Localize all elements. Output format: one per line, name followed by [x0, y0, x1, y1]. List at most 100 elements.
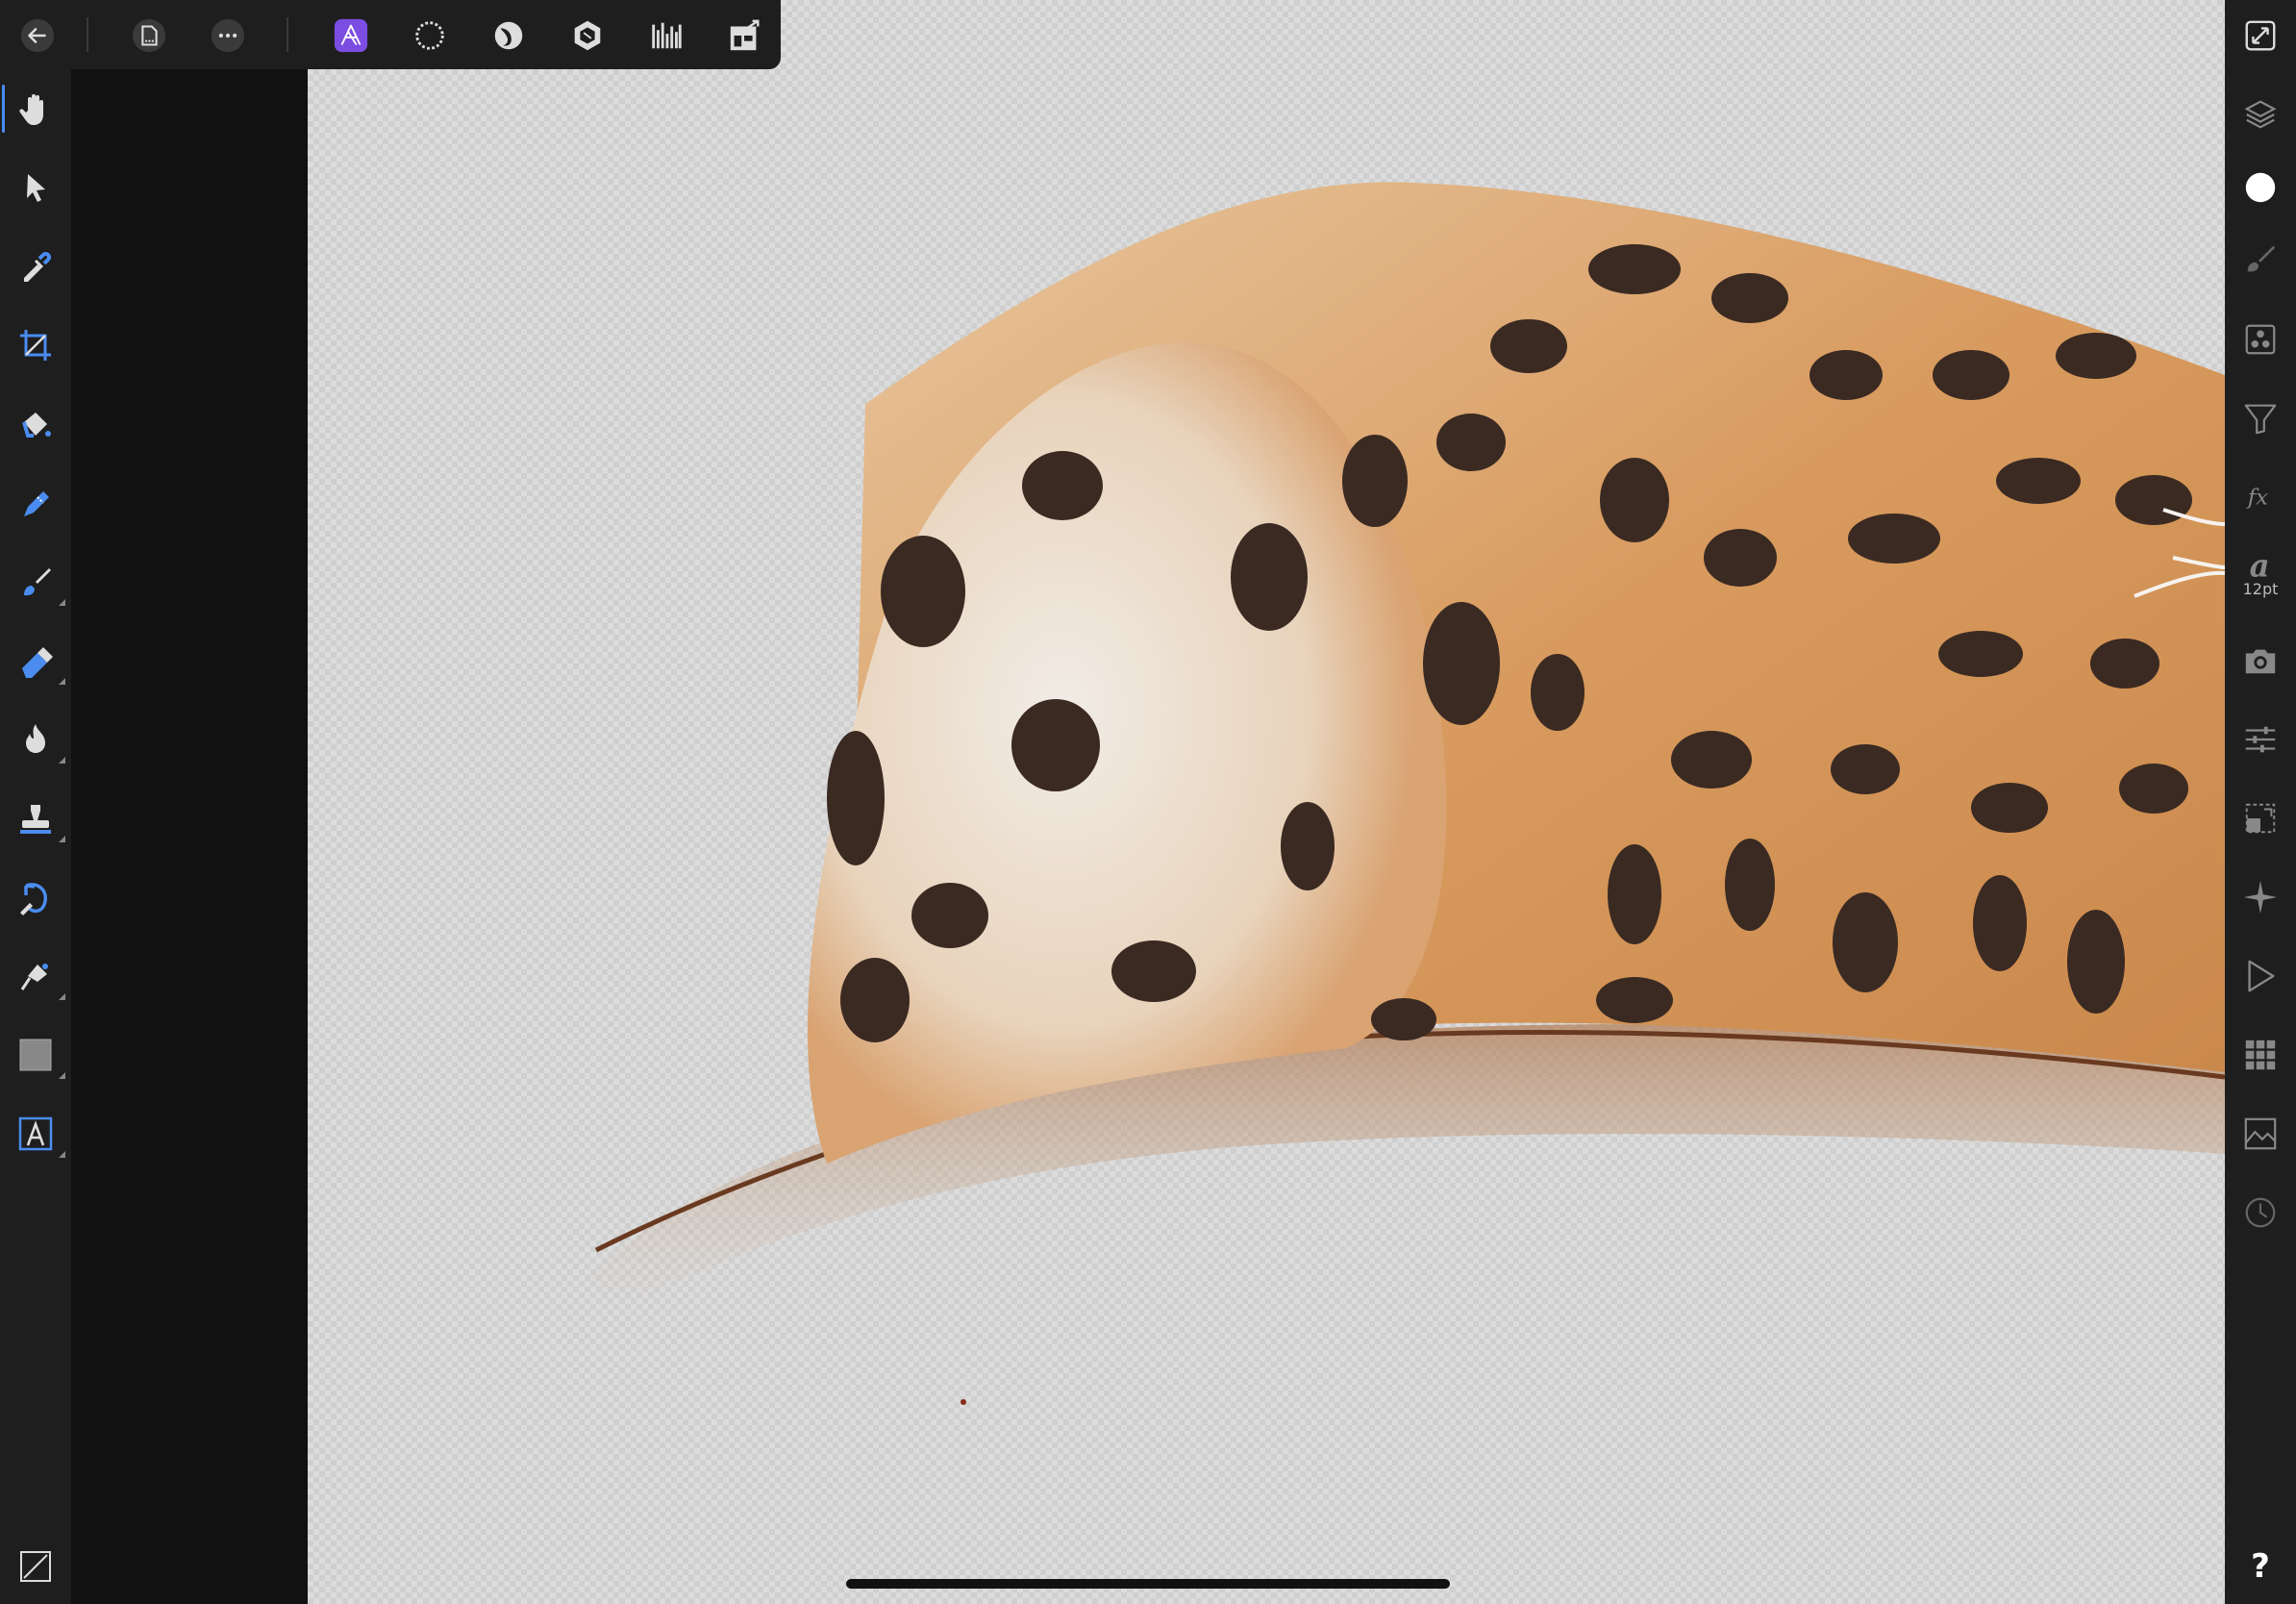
rectangle-tool[interactable] — [0, 1017, 71, 1092]
macros-studio-button[interactable] — [2225, 940, 2296, 1012]
pen-nib-icon — [20, 964, 48, 990]
help-button[interactable]: ? — [2225, 1531, 2296, 1602]
photo-persona-button[interactable] — [327, 12, 375, 60]
adjustments-studio-button[interactable] — [2225, 383, 2296, 454]
help-label: ? — [2251, 1547, 2270, 1586]
toolbar-divider — [87, 17, 88, 52]
paint-brush-tool[interactable] — [0, 544, 71, 619]
tools-panel — [0, 69, 71, 1604]
navigator-studio-button[interactable] — [2225, 0, 2296, 71]
filter-funnel-icon — [2244, 404, 2277, 435]
move-tool[interactable] — [0, 150, 71, 225]
navigator-icon — [2245, 20, 2276, 51]
channels-studio-button[interactable] — [2225, 304, 2296, 375]
history-snapshot-studio-button[interactable] — [2225, 783, 2296, 854]
undo-brush-tool[interactable] — [0, 860, 71, 935]
histogram-studio-button[interactable] — [2225, 1098, 2296, 1169]
flood-fill-tool[interactable] — [0, 387, 71, 462]
back-button[interactable] — [13, 12, 62, 60]
more-icon — [211, 18, 245, 53]
fx-icon: fx — [2246, 486, 2268, 511]
document-button[interactable] — [125, 12, 173, 60]
image-icon — [2244, 1117, 2277, 1150]
crop-icon — [20, 330, 51, 361]
flyout-indicator — [59, 1072, 65, 1079]
swatches-studio-button[interactable] — [2225, 1019, 2296, 1090]
studio-panel: fx a 12pt ? — [2225, 0, 2296, 1604]
artwork-cheetah — [586, 182, 2225, 1405]
liquify-persona-button[interactable] — [485, 12, 533, 60]
transform-studio-button[interactable] — [2225, 704, 2296, 775]
liquify-persona-icon — [494, 21, 523, 50]
undo-brush-icon — [20, 883, 47, 915]
clone-stamp-icon — [20, 805, 51, 834]
selection-persona-icon — [415, 21, 444, 50]
color-picker-tool[interactable] — [0, 229, 71, 304]
selection-brush-tool[interactable] — [0, 465, 71, 540]
flame-icon — [26, 724, 45, 753]
flyout-indicator — [59, 993, 65, 1000]
flyout-indicator — [59, 599, 65, 606]
flyout-indicator — [59, 1151, 65, 1158]
camera-icon — [2245, 649, 2276, 674]
export-persona-icon — [730, 19, 760, 51]
colour-swatch-icon — [2245, 172, 2276, 203]
develop-persona-button[interactable] — [563, 12, 611, 60]
sliders-icon — [2245, 726, 2276, 753]
selection-persona-button[interactable] — [406, 12, 454, 60]
layers-studio-button[interactable] — [2225, 79, 2296, 150]
hand-icon — [19, 94, 43, 125]
flyout-indicator — [59, 757, 65, 764]
svg-text:fx: fx — [2246, 486, 2268, 511]
paintbrush-icon — [24, 568, 51, 596]
crop-tool[interactable] — [0, 308, 71, 383]
pen-tool[interactable] — [0, 939, 71, 1014]
clone-brush-tool[interactable] — [0, 781, 71, 856]
pasteboard — [71, 69, 308, 1604]
toolbar-divider — [287, 17, 288, 52]
burn-tool[interactable] — [0, 702, 71, 777]
brush-icon — [2247, 245, 2276, 272]
paint-bucket-icon — [22, 413, 51, 438]
grid-icon — [2245, 1040, 2276, 1070]
tone-mapping-persona-button[interactable] — [642, 12, 690, 60]
text-size-label: 12pt — [2242, 579, 2279, 598]
stock-studio-button[interactable] — [2225, 625, 2296, 696]
flyout-indicator — [59, 836, 65, 842]
export-persona-button[interactable] — [721, 12, 769, 60]
back-arrow-icon — [20, 18, 55, 53]
text-style-icon: a — [2250, 547, 2270, 584]
history-studio-button[interactable] — [2225, 1177, 2296, 1248]
eraser-icon — [22, 647, 53, 678]
brushes-studio-button[interactable] — [2225, 223, 2296, 294]
top-toolbar — [0, 0, 781, 69]
contextual-toolbar-toggle[interactable] — [0, 1529, 71, 1604]
layers-icon — [2244, 100, 2277, 129]
develop-persona-icon — [574, 20, 601, 51]
document-canvas[interactable] — [308, 0, 2225, 1604]
hand-tool[interactable] — [0, 71, 71, 146]
context-toggle-icon — [20, 1551, 51, 1582]
play-icon — [2248, 960, 2275, 992]
clock-icon — [2245, 1197, 2276, 1228]
selection-brush-icon — [24, 491, 49, 516]
snapshot-icon — [2245, 803, 2276, 834]
channels-icon — [2245, 324, 2276, 355]
move-arrow-icon — [27, 174, 45, 202]
artistic-text-tool[interactable] — [0, 1096, 71, 1171]
tone-mapping-persona-icon — [652, 22, 682, 49]
effects-studio-button[interactable]: fx — [2225, 462, 2296, 533]
text-styles-studio-button[interactable]: a 12pt — [2225, 537, 2296, 608]
svg-text:a: a — [2250, 547, 2270, 584]
flyout-indicator — [59, 678, 65, 685]
home-indicator[interactable] — [846, 1579, 1450, 1589]
constraints-studio-button[interactable] — [2225, 862, 2296, 933]
eyedropper-icon — [24, 252, 51, 282]
photo-persona-icon — [334, 18, 368, 53]
document-icon — [132, 18, 166, 53]
text-icon — [18, 1116, 53, 1151]
erase-brush-tool[interactable] — [0, 623, 71, 698]
colour-studio-button[interactable] — [2225, 152, 2296, 223]
more-button[interactable] — [204, 12, 252, 60]
rectangle-icon — [19, 1039, 52, 1071]
